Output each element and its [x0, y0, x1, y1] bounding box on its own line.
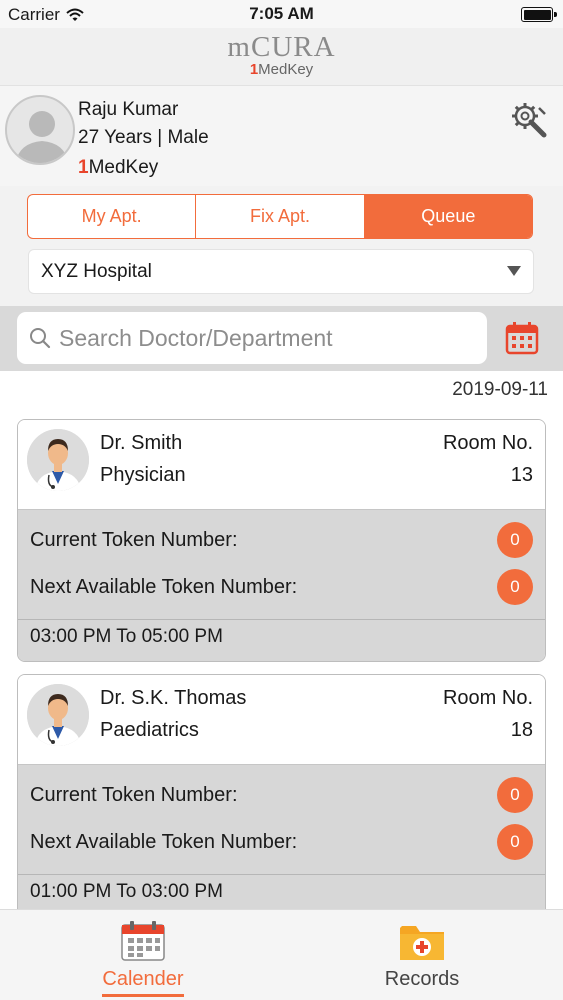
next-token-row: Next Available Token Number: 0 — [30, 569, 533, 605]
medical-folder-icon — [400, 926, 444, 960]
tab-queue[interactable]: Queue — [364, 195, 532, 238]
brand-subtitle: 1MedKey — [249, 61, 314, 78]
gear-wrench-icon — [512, 103, 547, 138]
doctor-avatar — [27, 429, 89, 491]
calendar-button[interactable] — [504, 320, 540, 356]
brand-logo: mCURA — [227, 31, 336, 63]
next-token-label: Next Available Token Number: — [30, 830, 298, 853]
status-bar: Carrier 7:05 AM — [0, 0, 563, 28]
user-silhouette-icon — [15, 111, 69, 163]
hospital-selected-value: XYZ Hospital — [41, 261, 152, 282]
room-label: Room No. — [442, 432, 533, 454]
tab-calender-label: Calender — [102, 968, 184, 997]
doctor-specialty: Paediatrics — [100, 719, 199, 741]
doctor-icon — [27, 684, 89, 746]
doctor-avatar — [27, 684, 89, 746]
current-token-badge: 0 — [497, 777, 533, 813]
doctor-card-header: Dr. S.K. Thomas Paediatrics Room No. 18 — [18, 675, 545, 764]
search-box — [17, 312, 487, 364]
doctor-card-header: Dr. Smith Physician Room No. 13 — [18, 420, 545, 509]
token-section: Current Token Number: 0 Next Available T… — [18, 764, 545, 874]
current-token-badge: 0 — [497, 522, 533, 558]
tab-calender[interactable]: Calender — [53, 910, 233, 1000]
calendar-icon — [121, 921, 165, 961]
current-token-label: Current Token Number: — [30, 783, 238, 806]
current-token-label: Current Token Number: — [30, 528, 238, 551]
profile-medkey: 1MedKey — [78, 157, 159, 178]
battery-icon — [521, 7, 557, 22]
profile-age-gender: 27 Years | Male — [78, 127, 209, 148]
doctor-specialty: Physician — [100, 464, 186, 486]
tab-records[interactable]: Records — [332, 910, 512, 1000]
next-token-badge: 0 — [497, 824, 533, 860]
tab-fix-apt[interactable]: Fix Apt. — [196, 195, 365, 238]
room-number: 13 — [510, 464, 533, 486]
doctor-icon — [27, 429, 89, 491]
next-token-label: Next Available Token Number: — [30, 575, 298, 598]
appointment-tabs: My Apt. Fix Apt. Queue — [27, 194, 533, 239]
search-input[interactable] — [59, 318, 479, 358]
app-header: mCURA 1MedKey — [0, 28, 563, 86]
avatar[interactable] — [5, 95, 75, 165]
bottom-tab-bar: Calender Records — [0, 909, 563, 1000]
queue-date: 2019-09-11 — [452, 379, 548, 400]
doctor-card[interactable]: Dr. S.K. Thomas Paediatrics Room No. 18 … — [17, 674, 546, 909]
room-label: Room No. — [442, 687, 533, 709]
time-slot: 03:00 PM To 05:00 PM — [18, 619, 545, 661]
doctor-queue-list: 2019-09-11 Dr. Smith Physician Room No. … — [0, 371, 563, 909]
search-bar — [0, 306, 563, 371]
status-time: 7:05 AM — [249, 4, 314, 23]
chevron-down-icon — [507, 266, 521, 276]
time-slot: 01:00 PM To 03:00 PM — [18, 874, 545, 909]
next-token-row: Next Available Token Number: 0 — [30, 824, 533, 860]
doctor-card[interactable]: Dr. Smith Physician Room No. 13 Current … — [17, 419, 546, 662]
hospital-select[interactable]: XYZ Hospital — [28, 249, 534, 294]
current-token-row: Current Token Number: 0 — [30, 522, 533, 558]
next-token-badge: 0 — [497, 569, 533, 605]
room-number: 18 — [510, 719, 533, 741]
tab-my-apt[interactable]: My Apt. — [28, 195, 197, 238]
profile-section: Raju Kumar 27 Years | Male 1MedKey — [0, 86, 563, 186]
settings-button[interactable] — [509, 100, 549, 140]
tab-records-label: Records — [384, 968, 460, 990]
doctor-name: Dr. S.K. Thomas — [100, 687, 247, 709]
current-token-row: Current Token Number: 0 — [30, 777, 533, 813]
calendar-icon — [505, 322, 539, 355]
profile-name: Raju Kumar — [78, 99, 179, 120]
doctor-name: Dr. Smith — [100, 432, 183, 454]
search-icon — [30, 328, 51, 349]
token-section: Current Token Number: 0 Next Available T… — [18, 509, 545, 619]
